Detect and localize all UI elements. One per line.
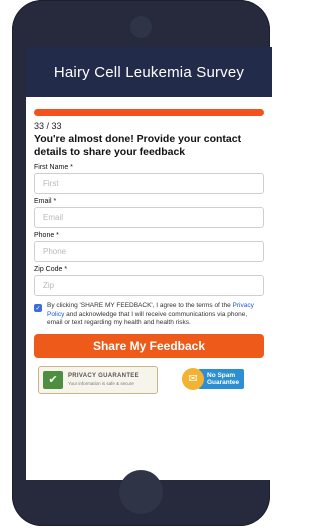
consent-text-after: and acknowledge that I will receive comm…: [47, 310, 248, 327]
privacy-title: PRIVACY GUARANTEE: [68, 372, 139, 379]
camera-icon: [130, 16, 152, 38]
phone-input[interactable]: Phone: [34, 241, 264, 262]
survey-title: Hairy Cell Leukemia Survey: [53, 63, 245, 81]
zip-code-label: Zip Code *: [34, 266, 68, 273]
form-heading: You're almost done! Provide your contact…: [34, 133, 242, 158]
consent-text-before: By clicking 'SHARE MY FEEDBACK', I agree…: [47, 302, 233, 309]
consent-row: ✓ By clicking 'SHARE MY FEEDBACK', I agr…: [34, 302, 264, 328]
zip-code-input[interactable]: Zip: [34, 275, 264, 296]
share-feedback-button[interactable]: Share My Feedback: [34, 333, 264, 358]
envelope-icon: ✉: [182, 367, 204, 390]
question-counter: 33 / 33: [34, 121, 62, 131]
survey-screen: Hairy Cell Leukemia Survey 33 / 33 You'r…: [26, 47, 272, 480]
consent-checkbox[interactable]: ✓: [34, 304, 42, 312]
email-input[interactable]: Email: [34, 207, 264, 228]
survey-header: Hairy Cell Leukemia Survey: [26, 47, 272, 97]
first-name-placeholder: First: [43, 179, 59, 188]
first-name-label: First Name *: [34, 164, 73, 171]
phone-frame: Hairy Cell Leukemia Survey 33 / 33 You'r…: [12, 0, 272, 526]
share-feedback-label: Share My Feedback: [92, 338, 206, 353]
no-spam-badge: ✉ No Spam Guarantee: [182, 366, 260, 392]
survey-form: 33 / 33 You're almost done! Provide your…: [26, 97, 272, 394]
privacy-guarantee-badge: ✔ PRIVACY GUARANTEE Your information is …: [38, 365, 158, 394]
no-spam-line2: Guarantee: [207, 378, 240, 386]
phone-label: Phone *: [34, 232, 59, 239]
privacy-subtitle: Your information is safe & secure: [68, 380, 134, 386]
zip-code-placeholder: Zip: [43, 281, 55, 290]
email-label: Email *: [34, 198, 57, 205]
no-spam-line1: No Spam: [207, 371, 236, 379]
consent-text: By clicking 'SHARE MY FEEDBACK', I agree…: [47, 302, 264, 328]
progress-bar: [34, 109, 264, 116]
first-name-input[interactable]: First: [34, 173, 264, 194]
trust-badges: ✔ PRIVACY GUARANTEE Your information is …: [34, 365, 264, 394]
checkmark-icon: ✔: [43, 370, 63, 389]
home-button-icon: [119, 470, 163, 514]
email-placeholder: Email: [43, 213, 64, 222]
phone-placeholder: Phone: [43, 247, 67, 256]
